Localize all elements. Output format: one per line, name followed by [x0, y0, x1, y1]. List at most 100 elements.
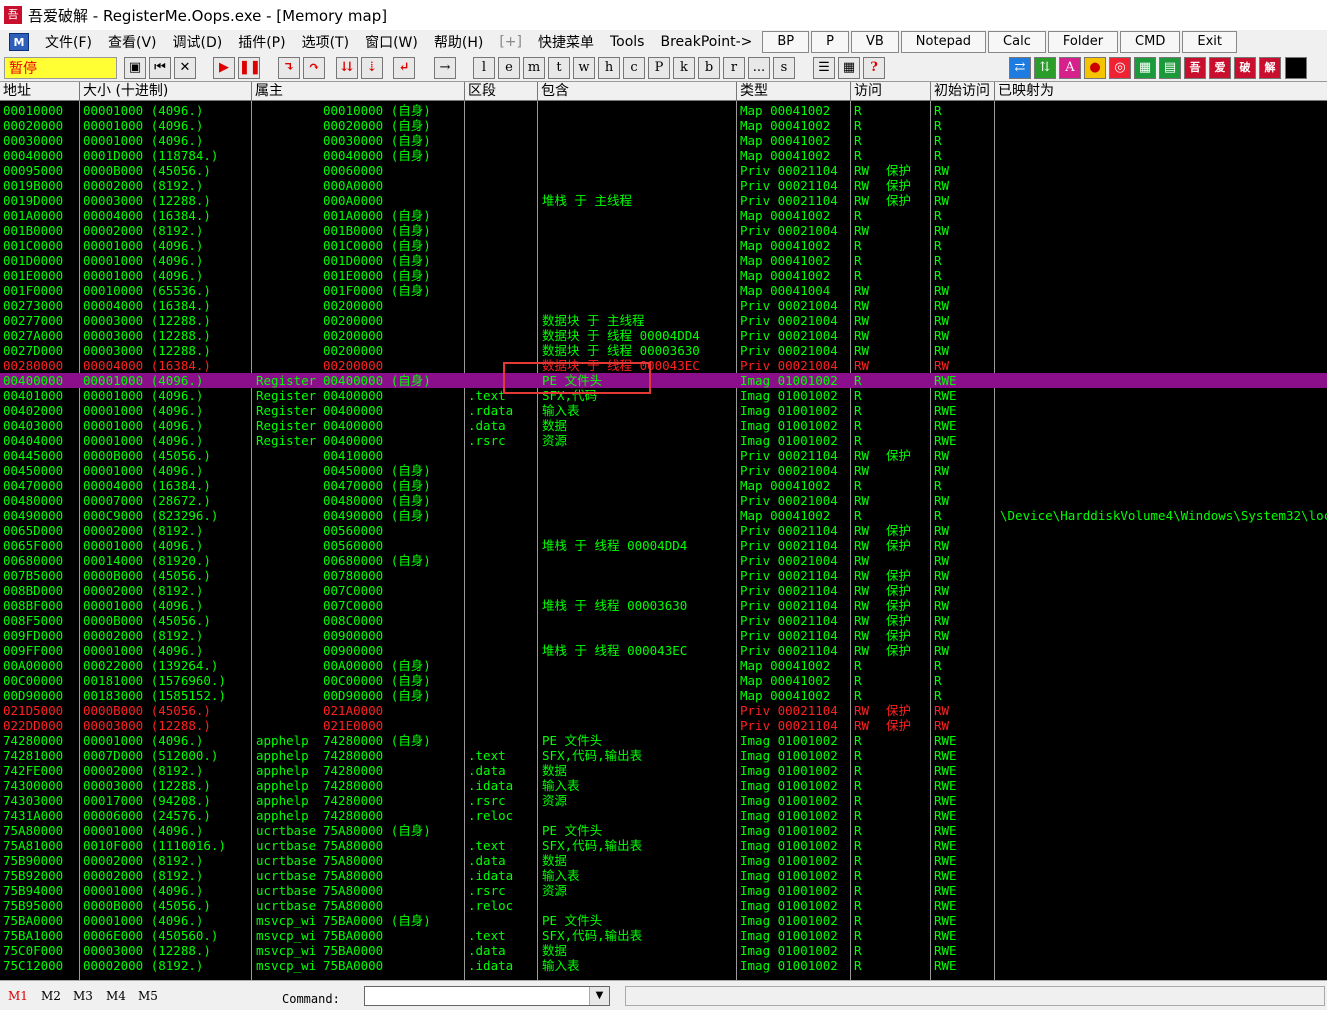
open-folder-icon[interactable]: ▣	[124, 57, 146, 79]
table-row[interactable]: 008BF000 00001000 (4096.) 007C0000 堆栈 于 线程 …	[0, 598, 1327, 613]
table-row[interactable]: 022DD000 00003000 (12288.) 021E0000 Priv 00…	[0, 718, 1327, 733]
cpu-window-button[interactable]: c	[623, 57, 645, 79]
windows-window-button[interactable]: w	[573, 57, 595, 79]
table-row[interactable]: 00480000 00007000 (28672.) 00480000 (自身) Pr…	[0, 493, 1327, 508]
table-row[interactable]: 021D5000 0000B000 (45056.) 021A0000 Priv 00…	[0, 703, 1327, 718]
col-mapped-as[interactable]: 已映射为	[995, 82, 1327, 101]
logo-char-jie[interactable]: 解	[1259, 57, 1281, 79]
trace-into-icon[interactable]: ⇊	[336, 57, 358, 79]
table-row[interactable]: 008F5000 0000B000 (45056.) 008C0000 Priv 00…	[0, 613, 1327, 628]
call-stack-window-button[interactable]: k	[673, 57, 695, 79]
table-row[interactable]: 00403000 00001000 (4096.) Register 00400000…	[0, 418, 1327, 433]
table-row[interactable]: 75BA1000 0006E000 (450560.) msvcp_wi 75BA00…	[0, 928, 1327, 943]
logo-char-po[interactable]: 破	[1234, 57, 1256, 79]
table-icon[interactable]: ▤	[1159, 57, 1181, 79]
table-row[interactable]: 00010000 00001000 (4096.) 00010000 (自身) Map…	[0, 103, 1327, 118]
rewind-icon[interactable]: ⏮	[149, 57, 171, 79]
table-row[interactable]: 74280000 00001000 (4096.) apphelp 74280000 …	[0, 733, 1327, 748]
memory-map-table[interactable]: 00010000 00001000 (4096.) 00010000 (自身) Map…	[0, 101, 1327, 980]
table-row[interactable]: 00680000 00014000 (81920.) 00680000 (自身) Pr…	[0, 553, 1327, 568]
logo-char-wu[interactable]: 吾	[1184, 57, 1206, 79]
step-into-icon[interactable]: ↴	[278, 57, 300, 79]
table-row[interactable]: 001C0000 00001000 (4096.) 001C0000 (自身) Map…	[0, 238, 1327, 253]
table-row[interactable]: 0065D000 00002000 (8192.) 00560000 Priv 000…	[0, 523, 1327, 538]
table-row[interactable]: 00400000 00001000 (4096.) Register 00400000…	[0, 373, 1327, 388]
calc-button[interactable]: Calc	[988, 31, 1046, 53]
table-row[interactable]: 00402000 00001000 (4096.) Register 00400000…	[0, 403, 1327, 418]
table-row[interactable]: 00C00000 00181000 (1576960.) 00C00000 (自身)…	[0, 673, 1327, 688]
col-type[interactable]: 类型	[737, 82, 851, 101]
table-row[interactable]: 00A00000 00022000 (139264.) 00A00000 (自身) M…	[0, 658, 1327, 673]
col-owner[interactable]: 属主	[252, 82, 465, 101]
menu-plugins[interactable]: 插件(P)	[230, 32, 293, 52]
chevron-down-icon[interactable]: ▼	[589, 987, 609, 1005]
tab-m2[interactable]: M2	[41, 989, 61, 1003]
table-row[interactable]: 001A0000 00004000 (16384.) 001A0000 (自身) Ma…	[0, 208, 1327, 223]
table-row[interactable]: 742FE000 00002000 (8192.) apphelp 74280000.…	[0, 763, 1327, 778]
notepad-button[interactable]: Notepad	[900, 31, 987, 53]
exit-button[interactable]: Exit	[1182, 31, 1237, 53]
table-row[interactable]: 001E0000 00001000 (4096.) 001E0000 (自身) Map…	[0, 268, 1327, 283]
col-access[interactable]: 访问	[851, 82, 931, 101]
pause-icon[interactable]: ❚❚	[238, 57, 261, 79]
trace-over-icon[interactable]: ⇣	[361, 57, 383, 79]
table-row[interactable]: 009FD000 00002000 (8192.) 00900000 Priv 000…	[0, 628, 1327, 643]
bp-button[interactable]: BP	[762, 31, 810, 53]
modules-window-button[interactable]: e	[498, 57, 520, 79]
log-window-button[interactable]: l	[473, 57, 495, 79]
record-icon[interactable]: ●	[1084, 57, 1106, 79]
tab-m4[interactable]: M4	[106, 989, 126, 1003]
table-row[interactable]: 009FF000 00001000 (4096.) 00900000 堆栈 于 线程 …	[0, 643, 1327, 658]
table-row[interactable]: 00095000 0000B000 (45056.) 00060000 Priv 00…	[0, 163, 1327, 178]
help-icon[interactable]: ?	[863, 57, 885, 79]
table-row[interactable]: 74281000 0007D000 (512000.) apphelp 7428000…	[0, 748, 1327, 763]
run-icon[interactable]: ▶	[213, 57, 235, 79]
table-row[interactable]: 00450000 00001000 (4096.) 00450000 (自身) Pri…	[0, 463, 1327, 478]
table-row[interactable]: 75B94000 00001000 (4096.) ucrtbase 75A80000…	[0, 883, 1327, 898]
table-row[interactable]: 75B95000 0000B000 (45056.) ucrtbase 75A8000…	[0, 898, 1327, 913]
memory-map-icon[interactable]: M	[9, 33, 29, 51]
col-section[interactable]: 区段	[465, 82, 538, 101]
source-window-button[interactable]: s	[773, 57, 795, 79]
table-row[interactable]: 001B0000 00002000 (8192.) 001B0000 (自身) Pri…	[0, 223, 1327, 238]
menu-view[interactable]: 查看(V)	[100, 32, 165, 52]
run-trace-window-button[interactable]: ...	[748, 57, 770, 79]
black-box-icon[interactable]	[1285, 57, 1307, 79]
table-row[interactable]: 008BD000 00002000 (8192.) 007C0000 Priv 000…	[0, 583, 1327, 598]
goto-icon[interactable]: →	[434, 57, 456, 79]
table-row[interactable]: 74300000 00003000 (12288.) apphelp 74280000…	[0, 778, 1327, 793]
menu-plus[interactable]: [+]	[491, 34, 530, 50]
refresh-icon[interactable]: ⇄	[1009, 57, 1031, 79]
memory-window-button[interactable]: m	[523, 57, 545, 79]
table-row[interactable]: 00490000 000C9000 (823296.) 00490000 (自身) M…	[0, 508, 1327, 523]
table-row[interactable]: 007B5000 0000B000 (45056.) 00780000 Priv 00…	[0, 568, 1327, 583]
table-row[interactable]: 00280000 00004000 (16384.) 00200000 数据块 于 线…	[0, 358, 1327, 373]
table-row[interactable]: 74303000 00017000 (94208.) apphelp 74280000…	[0, 793, 1327, 808]
table-row[interactable]: 00277000 00003000 (12288.) 00200000 数据块 于 主…	[0, 313, 1327, 328]
breakpoints-window-button[interactable]: b	[698, 57, 720, 79]
execute-till-return-icon[interactable]: ↵	[393, 57, 415, 79]
table-row[interactable]: 0019B000 00002000 (8192.) 000A0000 Priv 000…	[0, 178, 1327, 193]
menu-file[interactable]: 文件(F)	[37, 32, 100, 52]
table-row[interactable]: 00040000 0001D000 (118784.) 00040000 (自身) M…	[0, 148, 1327, 163]
table-row[interactable]: 75BA0000 00001000 (4096.) msvcp_wi 75BA0000…	[0, 913, 1327, 928]
table-row[interactable]: 00020000 00001000 (4096.) 00020000 (自身) Map…	[0, 118, 1327, 133]
table-row[interactable]: 00445000 0000B000 (45056.) 00410000 Priv 00…	[0, 448, 1327, 463]
text-a-icon[interactable]: A	[1059, 57, 1081, 79]
table-row[interactable]: 00401000 00001000 (4096.) Register 00400000…	[0, 388, 1327, 403]
menu-breakpoint[interactable]: BreakPoint->	[652, 34, 760, 50]
table-row[interactable]: 7431A000 00006000 (24576.) apphelp 74280000…	[0, 808, 1327, 823]
handles-window-button[interactable]: h	[598, 57, 620, 79]
threads-window-button[interactable]: t	[548, 57, 570, 79]
menu-shortcut[interactable]: 快捷菜单	[530, 32, 602, 52]
calculator-icon[interactable]: ▦	[1134, 57, 1156, 79]
references-window-button[interactable]: r	[723, 57, 745, 79]
menu-help[interactable]: 帮助(H)	[426, 32, 491, 52]
table-row[interactable]: 0065F000 00001000 (4096.) 00560000 堆栈 于 线程 …	[0, 538, 1327, 553]
table-row[interactable]: 00470000 00004000 (16384.) 00470000 (自身) Ma…	[0, 478, 1327, 493]
table-row[interactable]: 0027A000 00003000 (12288.) 00200000 数据块 于 线…	[0, 328, 1327, 343]
sort-icon[interactable]: ⇅	[1034, 57, 1056, 79]
cmd-button[interactable]: CMD	[1120, 31, 1181, 53]
table-row[interactable]: 75C0F000 00003000 (12288.) msvcp_wi 75BA000…	[0, 943, 1327, 958]
menu-options[interactable]: 选项(T)	[294, 32, 357, 52]
